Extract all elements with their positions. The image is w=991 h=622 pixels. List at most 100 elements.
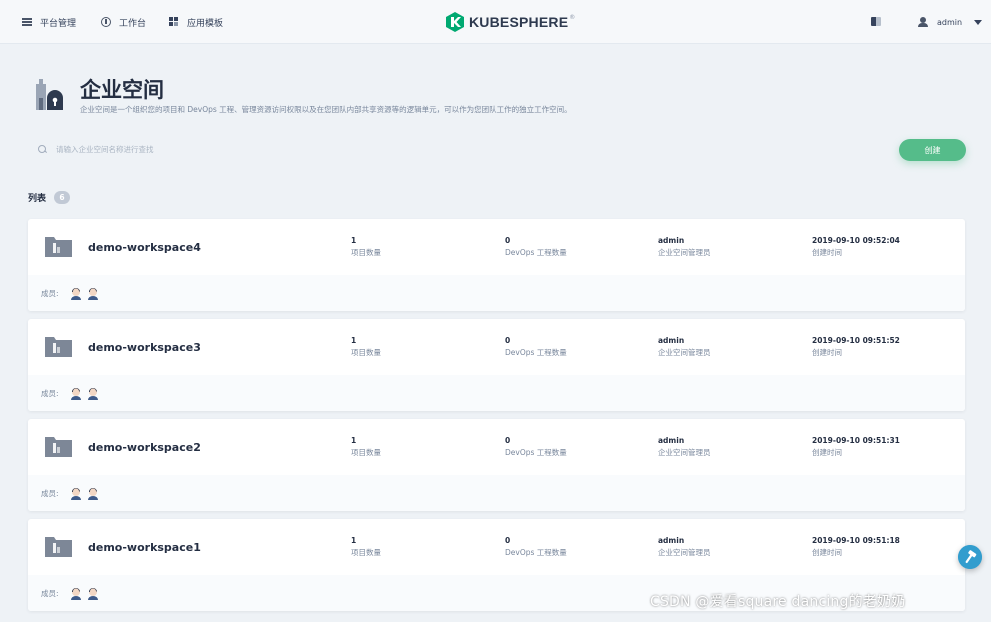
member-avatar-icon[interactable]	[70, 587, 82, 600]
stat-manager-value: admin	[658, 236, 685, 245]
search-input[interactable]	[56, 144, 656, 154]
workspace-card-summary[interactable]: demo-workspace1 1 项目数量 0 DevOps 工程数量 adm…	[28, 519, 965, 575]
workspace-name[interactable]: demo-workspace3	[88, 341, 201, 354]
member-avatar-icon[interactable]	[87, 587, 99, 600]
workbench-icon	[101, 17, 111, 27]
stat-manager: admin 企业空间管理员	[658, 235, 711, 260]
stat-projects: 1 项目数量	[351, 435, 381, 460]
members-label: 成员:	[41, 288, 59, 298]
stat-manager-value: admin	[658, 536, 685, 545]
members-label: 成员:	[41, 488, 59, 498]
stat-created-value: 2019-09-10 09:51:52	[812, 336, 900, 345]
help-hammer-icon[interactable]	[958, 545, 982, 569]
stat-devops-value: 0	[505, 336, 511, 345]
user-icon	[918, 16, 928, 28]
stat-manager-value: admin	[658, 336, 685, 345]
members-label: 成员:	[41, 388, 59, 398]
stat-devops-label: DevOps 工程数量	[505, 548, 567, 557]
workspace-card[interactable]: demo-workspace3 1 项目数量 0 DevOps 工程数量 adm…	[28, 319, 965, 411]
nav-workbench-label: 工作台	[119, 18, 147, 29]
stat-projects: 1 项目数量	[351, 535, 381, 560]
stat-manager-label: 企业空间管理员	[658, 448, 711, 457]
stat-manager: admin 企业空间管理员	[658, 535, 711, 560]
workspace-card[interactable]: demo-workspace2 1 项目数量 0 DevOps 工程数量 adm…	[28, 419, 965, 511]
list-count-badge: 6	[54, 191, 71, 204]
list-heading: 列表 6	[28, 191, 71, 204]
kubesphere-logo-icon	[446, 12, 464, 32]
user-menu[interactable]: admin	[918, 14, 983, 30]
stat-projects-label: 项目数量	[351, 348, 381, 357]
stat-created-label: 创建时间	[812, 348, 842, 357]
stat-projects-label: 项目数量	[351, 548, 381, 557]
brand-name: KUBESPHERE	[469, 14, 569, 30]
stat-projects-value: 1	[351, 336, 357, 345]
stat-devops-label: DevOps 工程数量	[505, 448, 567, 457]
stat-projects-value: 1	[351, 236, 357, 245]
nav-platform-management[interactable]: 平台管理	[22, 14, 76, 30]
nav-app-templates[interactable]: 应用模板	[169, 14, 223, 30]
member-avatar-icon[interactable]	[87, 387, 99, 400]
stat-created-value: 2019-09-10 09:51:31	[812, 436, 900, 445]
member-avatar-icon[interactable]	[70, 287, 82, 300]
stat-created-label: 创建时间	[812, 548, 842, 557]
workspace-card-summary[interactable]: demo-workspace2 1 项目数量 0 DevOps 工程数量 adm…	[28, 419, 965, 475]
kubesphere-logo[interactable]: KUBESPHERE ®	[446, 11, 575, 33]
workspace-card[interactable]: demo-workspace4 1 项目数量 0 DevOps 工程数量 adm…	[28, 219, 965, 311]
workspace-members: 成员:	[28, 275, 965, 311]
create-workspace-button[interactable]: 创建	[899, 139, 966, 161]
chevron-down-icon	[974, 19, 983, 25]
stat-projects: 1 项目数量	[351, 335, 381, 360]
stat-manager-label: 企业空间管理员	[658, 548, 711, 557]
stat-devops: 0 DevOps 工程数量	[505, 535, 567, 560]
stat-manager: admin 企业空间管理员	[658, 435, 711, 460]
stat-projects-label: 项目数量	[351, 448, 381, 457]
stat-created: 2019-09-10 09:52:04 创建时间	[812, 235, 900, 260]
workspace-name[interactable]: demo-workspace1	[88, 541, 201, 554]
stat-manager-label: 企业空间管理员	[658, 348, 711, 357]
stat-created-value: 2019-09-10 09:52:04	[812, 236, 900, 245]
registered-mark: ®	[569, 14, 576, 21]
stat-devops-label: DevOps 工程数量	[505, 248, 567, 257]
member-avatar-icon[interactable]	[87, 287, 99, 300]
workspace-card-summary[interactable]: demo-workspace3 1 项目数量 0 DevOps 工程数量 adm…	[28, 319, 965, 375]
username: admin	[937, 17, 963, 27]
workspace-name[interactable]: demo-workspace2	[88, 441, 201, 454]
member-avatar-icon[interactable]	[87, 487, 99, 500]
platform-icon	[22, 17, 32, 27]
stat-devops-value: 0	[505, 236, 511, 245]
list-label: 列表	[28, 194, 47, 204]
members-label: 成员:	[41, 588, 59, 598]
workspace-card-summary[interactable]: demo-workspace4 1 项目数量 0 DevOps 工程数量 adm…	[28, 219, 965, 275]
nav-workbench[interactable]: 工作台	[101, 14, 146, 30]
stat-devops: 0 DevOps 工程数量	[505, 435, 567, 460]
member-avatar-icon[interactable]	[70, 487, 82, 500]
stat-projects-value: 1	[351, 436, 357, 445]
stat-projects-value: 1	[351, 536, 357, 545]
stat-manager-label: 企业空间管理员	[658, 248, 711, 257]
layout-toggle-icon[interactable]	[871, 17, 881, 26]
search-icon	[38, 144, 47, 154]
stat-created: 2019-09-10 09:51:31 创建时间	[812, 435, 900, 460]
workspace-name[interactable]: demo-workspace4	[88, 241, 201, 254]
app-templates-icon	[169, 17, 179, 27]
member-avatar-icon[interactable]	[70, 387, 82, 400]
csdn-watermark: CSDN @爱看square dancing的老奶奶	[650, 594, 906, 610]
workspace-building-icon	[36, 79, 63, 110]
stat-created-value: 2019-09-10 09:51:18	[812, 536, 900, 545]
workspace-folder-icon	[45, 337, 72, 357]
stat-devops-label: DevOps 工程数量	[505, 348, 567, 357]
stat-projects: 1 项目数量	[351, 235, 381, 260]
nav-platform-label: 平台管理	[40, 18, 77, 29]
page-title: 企业空间	[80, 78, 164, 102]
stat-projects-label: 项目数量	[351, 248, 381, 257]
workspace-folder-icon	[45, 437, 72, 457]
workspace-members: 成员:	[28, 375, 965, 411]
stat-devops-value: 0	[505, 436, 511, 445]
stat-created: 2019-09-10 09:51:52 创建时间	[812, 335, 900, 360]
stat-devops: 0 DevOps 工程数量	[505, 335, 567, 360]
nav-app-templates-label: 应用模板	[187, 18, 224, 29]
workspace-folder-icon	[45, 537, 72, 557]
stat-created: 2019-09-10 09:51:18 创建时间	[812, 535, 900, 560]
search-bar[interactable]	[28, 138, 886, 160]
stat-manager-value: admin	[658, 436, 685, 445]
